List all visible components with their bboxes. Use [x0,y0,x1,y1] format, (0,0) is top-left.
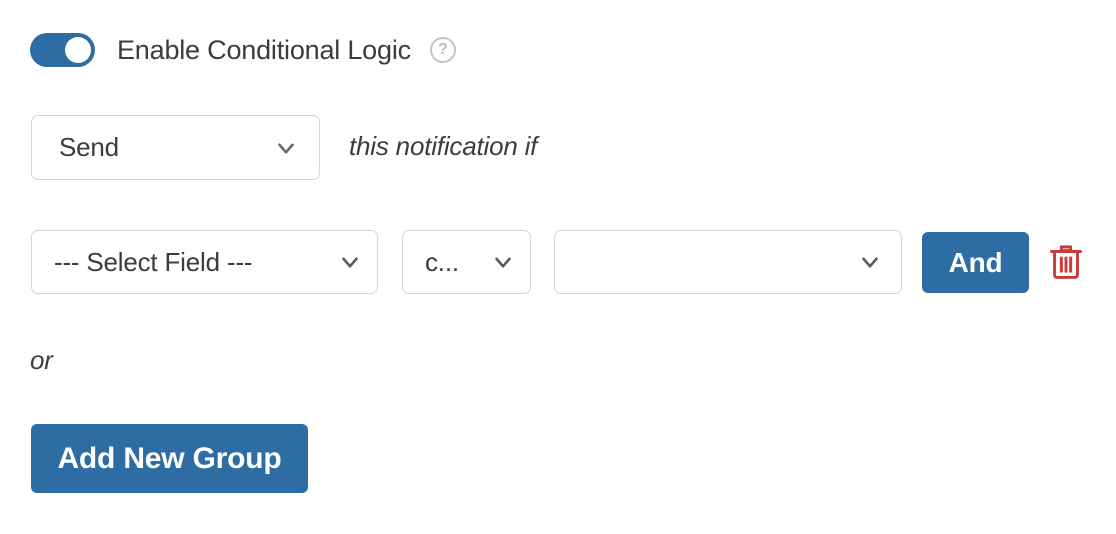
condition-operator-select[interactable]: c... [402,230,531,294]
group-separator-label: or [30,345,53,375]
trash-icon[interactable] [1049,243,1083,281]
condition-field-select[interactable]: --- Select Field --- [31,230,378,294]
enable-conditional-logic-row: Enable Conditional Logic ? [30,30,456,70]
toggle-knob [65,37,91,63]
chevron-down-icon [857,249,883,275]
action-select[interactable]: Send [31,115,320,180]
add-new-group-button[interactable]: Add New Group [31,424,308,493]
and-button[interactable]: And [922,232,1029,293]
help-circle-icon[interactable]: ? [429,37,456,63]
chevron-down-icon [273,135,299,161]
condition-operator-value: c... [425,246,459,277]
action-note-text: this notification if [349,131,538,161]
condition-value-select[interactable] [554,230,902,294]
conditional-logic-panel: Enable Conditional Logic ? Send this not… [0,0,1116,534]
action-select-value: Send [59,132,119,162]
chevron-down-icon [490,249,516,275]
enable-conditional-logic-toggle[interactable] [30,33,95,67]
condition-field-value: --- Select Field --- [54,246,253,277]
enable-conditional-logic-label: Enable Conditional Logic [117,34,411,65]
chevron-down-icon [337,249,363,275]
